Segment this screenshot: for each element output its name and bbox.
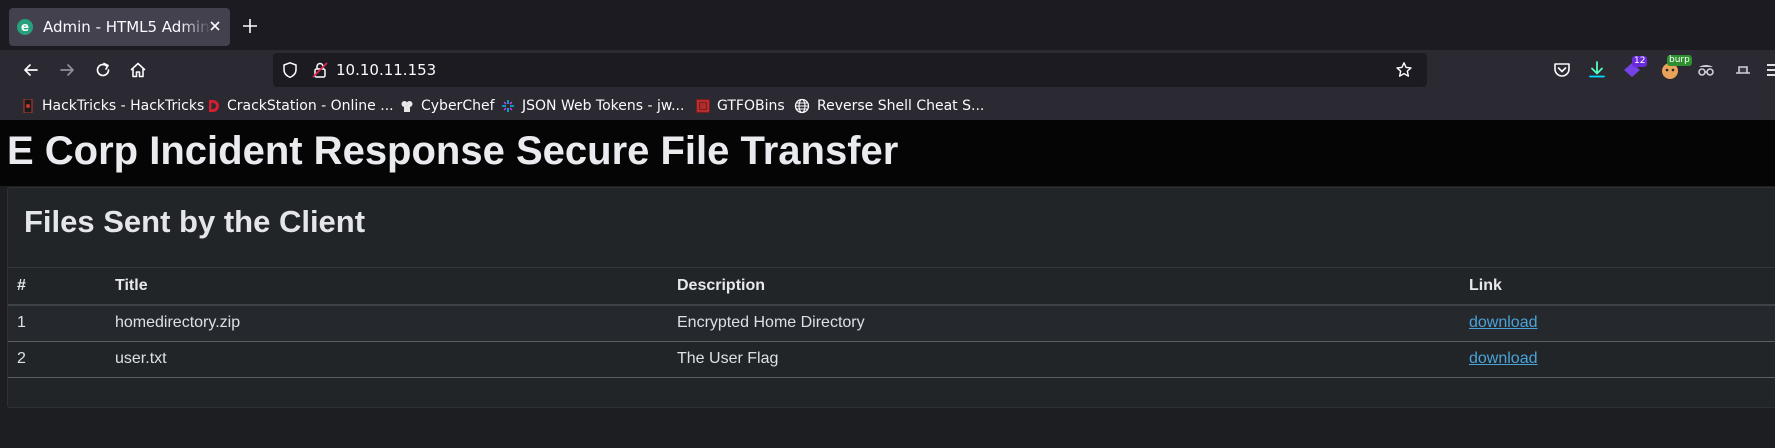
table-row: 2 user.txt The User Flag download <box>8 341 1775 378</box>
gtfobins-icon <box>696 99 710 113</box>
row-number: 1 <box>8 305 106 342</box>
page-header: E Corp Incident Response Secure File Tra… <box>0 120 1775 186</box>
row-description: Encrypted Home Directory <box>668 305 1460 342</box>
reload-icon[interactable] <box>93 60 113 80</box>
downloads-icon[interactable] <box>1585 58 1609 82</box>
bookmark-label: GTFOBins <box>717 98 785 114</box>
table-header-row: # Title Description Link <box>8 268 1775 306</box>
row-number: 2 <box>8 341 106 378</box>
column-header-link: Link <box>1460 268 1775 306</box>
address-bar[interactable]: 10.10.11.153 <box>273 53 1427 87</box>
tracking-protection-shield-icon[interactable] <box>281 61 299 79</box>
extension-count-badge: 12 <box>1632 56 1648 67</box>
new-tab-icon[interactable] <box>241 17 259 35</box>
page-title: E Corp Incident Response Secure File Tra… <box>7 129 899 173</box>
incognito-glasses-icon[interactable] <box>1694 58 1718 82</box>
download-link[interactable]: download <box>1469 350 1538 367</box>
forward-icon[interactable] <box>57 60 77 80</box>
bookmark-gtfobins[interactable]: GTFOBins <box>696 96 785 116</box>
bookmark-hacktricks[interactable]: HackTricks - HackTricks <box>21 96 204 116</box>
row-link-cell: download <box>1460 341 1775 378</box>
row-description: The User Flag <box>668 341 1460 378</box>
insecure-lock-icon[interactable] <box>311 61 329 79</box>
edge-favicon-icon: e <box>17 19 33 35</box>
burp-badge: burp <box>1667 55 1692 66</box>
burp-proxy-button[interactable]: burp <box>1658 55 1692 82</box>
url-text[interactable]: 10.10.11.153 <box>336 61 436 79</box>
home-icon[interactable] <box>128 60 148 80</box>
globe-icon <box>794 98 810 114</box>
column-header-description: Description <box>668 268 1460 306</box>
download-link[interactable]: download <box>1469 314 1538 331</box>
bookmark-jwt[interactable]: JSON Web Tokens - jw... <box>501 96 684 116</box>
table-row: 1 homedirectory.zip Encrypted Home Direc… <box>8 305 1775 342</box>
crackstation-icon <box>209 100 219 112</box>
jwt-icon <box>501 99 515 113</box>
navigation-toolbar: 10.10.11.153 12 burp <box>0 50 1775 90</box>
page-content: E Corp Incident Response Secure File Tra… <box>0 120 1775 448</box>
column-header-number: # <box>8 268 106 306</box>
close-tab-icon[interactable] <box>208 19 222 33</box>
tab-title: Admin - HTML5 Admin Template <box>43 18 211 36</box>
bookmarks-toolbar: HackTricks - HackTricks CrackStation - O… <box>0 90 1775 120</box>
bookmark-label: HackTricks - HackTricks <box>42 98 205 114</box>
row-link-cell: download <box>1460 305 1775 342</box>
cyberchef-icon <box>401 101 413 112</box>
hacktricks-icon <box>23 99 33 113</box>
bookmark-reverse-shell[interactable]: Reverse Shell Cheat S... <box>794 96 984 116</box>
bookmark-cyberchef[interactable]: CyberChef <box>400 96 495 116</box>
extension-badge-button[interactable]: 12 <box>1620 56 1648 82</box>
hat-extension-icon[interactable] <box>1731 58 1755 82</box>
bookmark-star-icon[interactable] <box>1395 61 1413 79</box>
pocket-icon[interactable] <box>1550 58 1574 82</box>
bookmark-crackstation[interactable]: CrackStation - Online ... <box>206 96 394 116</box>
row-title: homedirectory.zip <box>106 305 668 342</box>
row-title: user.txt <box>106 341 668 378</box>
files-card: Files Sent by the Client # Title Descrip… <box>7 187 1775 408</box>
bookmark-label: CrackStation - Online ... <box>227 98 394 114</box>
files-table: # Title Description Link 1 homedirectory… <box>8 268 1775 378</box>
menu-icon[interactable] <box>1763 58 1775 82</box>
column-header-title: Title <box>106 268 668 306</box>
bookmark-label: CyberChef <box>421 98 495 114</box>
tab-strip: e Admin - HTML5 Admin Template <box>0 0 1775 50</box>
bookmark-label: Reverse Shell Cheat S... <box>817 98 985 114</box>
card-title: Files Sent by the Client <box>24 204 366 239</box>
back-icon[interactable] <box>21 60 41 80</box>
bookmark-label: JSON Web Tokens - jw... <box>522 98 685 114</box>
tab-admin[interactable]: e Admin - HTML5 Admin Template <box>9 8 230 46</box>
